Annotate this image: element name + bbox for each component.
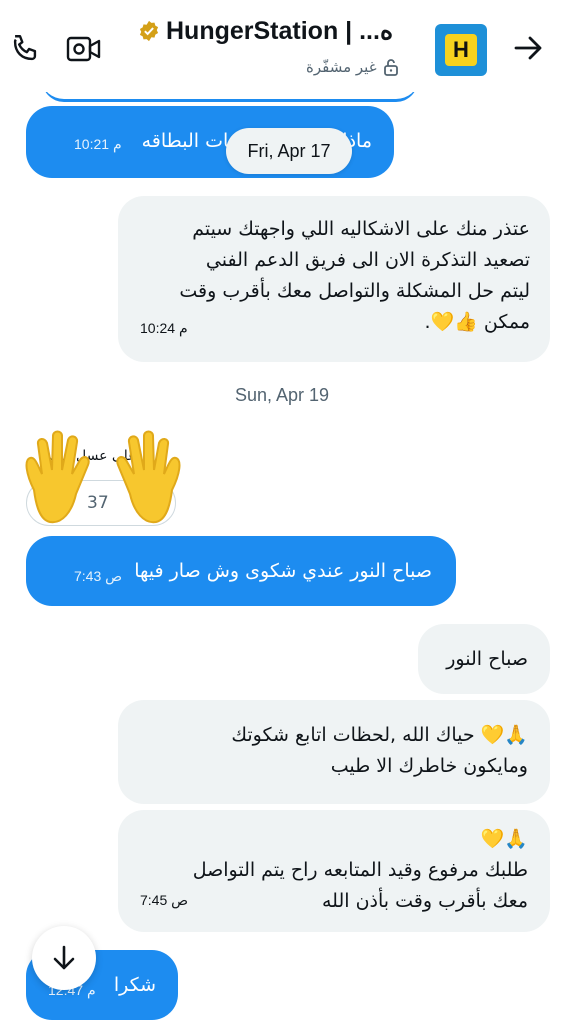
message-time: 7:45 ص	[140, 892, 189, 908]
encryption-status: غير مشفّرة	[306, 56, 399, 78]
chat-title: HungerStation | ...ه	[166, 17, 394, 45]
message-time: 10:21 م	[74, 136, 122, 152]
floating-date: Fri, Apr 17	[226, 128, 352, 174]
message-time: 10:24 م	[140, 320, 188, 336]
arrow-down-icon	[53, 945, 75, 970]
waving-hand-icon	[16, 430, 102, 530]
scroll-to-bottom-button[interactable]	[32, 926, 96, 990]
encryption-label: غير مشفّرة	[306, 58, 377, 76]
waving-hand-icon	[104, 430, 190, 530]
avatar[interactable]: H	[435, 24, 487, 76]
message-time: 7:43 ص	[74, 568, 123, 584]
verified-badge-icon	[138, 20, 160, 42]
phone-icon	[13, 35, 37, 61]
message-text: 🙏💛 حياك الله ,لحظات اتابع شكوتك ومايكون …	[231, 724, 528, 777]
video-call-button[interactable]	[66, 34, 102, 64]
call-button[interactable]	[8, 32, 42, 66]
chat-header: HungerStation | ...ه غير مشفّرة H	[0, 0, 573, 92]
message-bubble[interactable]: 🙏💛 طلبك مرفوع وقيد المتابعه راح يتم التو…	[118, 810, 550, 932]
message-text: صباح النور عندي شكوى وش صار فيها	[134, 560, 432, 582]
arrow-right-icon	[514, 36, 542, 60]
lock-open-icon	[383, 59, 398, 76]
avatar-logo: H	[445, 34, 477, 66]
message-text: صباح النور	[446, 648, 528, 670]
message-text: 🙏💛 طلبك مرفوع وقيد المتابعه راح يتم التو…	[192, 828, 528, 912]
video-camera-icon	[66, 36, 101, 62]
message-bubble[interactable]: صباح النور	[418, 624, 550, 694]
message-text: عتذر منك على الاشكاليه اللي واجهتك سيتم …	[179, 218, 530, 333]
date-separator: Sun, Apr 19	[235, 385, 330, 405]
message-bubble[interactable]: 🙏💛 حياك الله ,لحظات اتابع شكوتك ومايكون …	[118, 700, 550, 804]
back-button[interactable]	[511, 30, 547, 66]
chat-title-row[interactable]: HungerStation | ...ه	[138, 14, 428, 48]
message-bubble[interactable]: صباح النور عندي شكوى وش صار فيها 7:43 ص	[26, 536, 456, 606]
message-text: شكرا	[113, 974, 156, 996]
message-bubble[interactable]: عتذر منك على الاشكاليه اللي واجهتك سيتم …	[118, 196, 550, 362]
